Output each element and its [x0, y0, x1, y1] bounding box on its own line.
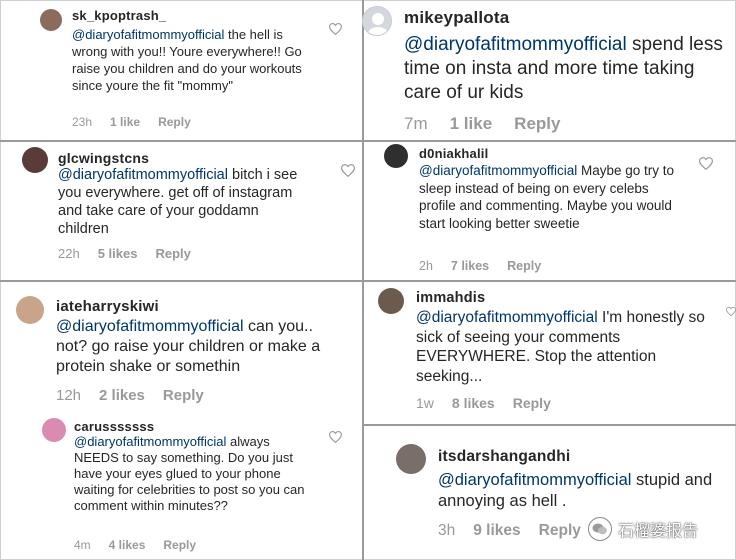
mention-link[interactable]: @diaryofafitmommyofficial: [419, 163, 577, 178]
likes-count[interactable]: 2 likes: [99, 387, 145, 404]
mention-link[interactable]: @diaryofafitmommyofficial: [72, 27, 224, 42]
reply-button[interactable]: Reply: [163, 538, 196, 552]
watermark: 石榴婆报告: [588, 516, 698, 542]
avatar[interactable]: [378, 288, 404, 314]
reply-button[interactable]: Reply: [513, 395, 551, 411]
comment-timestamp: 7m: [404, 114, 428, 133]
reply-button[interactable]: Reply: [158, 115, 191, 129]
mention-link[interactable]: @diaryofafitmommyofficial: [56, 318, 244, 335]
avatar[interactable]: [362, 6, 392, 36]
likes-count[interactable]: 1 like: [450, 114, 493, 134]
mention-link[interactable]: @diaryofafitmommyofficial: [404, 34, 627, 55]
comment-meta: 23h 1 like Reply: [72, 115, 209, 129]
comment-meta: 7m 1 like Reply: [404, 114, 578, 134]
comment-body: @diaryofafitmommyofficial Maybe go try t…: [419, 162, 681, 232]
heart-icon[interactable]: [329, 23, 342, 35]
comment-meta: 3h 9 likes Reply: [438, 522, 599, 540]
comment-body: @diaryofafitmommyofficial stupid and ann…: [438, 470, 730, 512]
panel-divider-left-2: [0, 280, 362, 282]
mention-link[interactable]: @diaryofafitmommyofficial: [74, 434, 226, 449]
comment-meta: 4m 4 likes Reply: [74, 538, 214, 552]
comment-timestamp: 3h: [438, 522, 456, 539]
likes-count[interactable]: 1 like: [110, 115, 140, 129]
reply-button[interactable]: Reply: [163, 387, 204, 404]
comment-timestamp: 4m: [74, 538, 91, 552]
comment-body: @diaryofafitmommyofficial spend less tim…: [404, 33, 730, 105]
comment-username[interactable]: mikeypallota: [404, 8, 509, 28]
comment-username[interactable]: immahdis: [416, 290, 485, 306]
comment-meta: 2h 7 likes Reply: [419, 259, 559, 273]
comment-meta: 12h 2 likes Reply: [56, 387, 222, 404]
comment-body: @diaryofafitmommyofficial can you.. not?…: [56, 317, 346, 377]
comment-username[interactable]: itsdarshangandhi: [438, 448, 570, 466]
comment-timestamp: 2h: [419, 259, 433, 273]
panel-divider-right-2: [364, 280, 736, 282]
comment-username[interactable]: d0niakhalil: [419, 146, 488, 161]
comment-meta: 1w 8 likes Reply: [416, 395, 569, 411]
mention-link[interactable]: @diaryofafitmommyofficial: [438, 471, 631, 489]
comment-body: @diaryofafitmommyofficial bitch i see yo…: [58, 166, 308, 238]
heart-icon[interactable]: [341, 164, 355, 177]
panel-divider-right-1: [364, 140, 736, 142]
comment-body: @diaryofafitmommyofficial the hell is wr…: [72, 26, 310, 94]
comment-username[interactable]: glcwingstcns: [58, 150, 149, 166]
reply-button[interactable]: Reply: [514, 114, 560, 134]
avatar[interactable]: [16, 296, 44, 324]
likes-count[interactable]: 7 likes: [451, 259, 489, 273]
avatar[interactable]: [22, 147, 48, 173]
heart-icon[interactable]: [726, 305, 736, 318]
comment-username[interactable]: sk_kpoptrash_: [72, 8, 166, 23]
heart-icon[interactable]: [329, 431, 342, 443]
avatar[interactable]: [42, 418, 66, 442]
likes-count[interactable]: 9 likes: [473, 522, 520, 540]
comment-timestamp: 22h: [58, 246, 80, 261]
avatar[interactable]: [396, 444, 426, 474]
likes-count[interactable]: 8 likes: [452, 395, 495, 411]
comment-username[interactable]: iateharryskiwi: [56, 298, 159, 315]
likes-count[interactable]: 5 likes: [98, 246, 138, 261]
comment-body: @diaryofafitmommyofficial always NEEDS t…: [74, 434, 310, 514]
likes-count[interactable]: 4 likes: [109, 538, 146, 552]
reply-button[interactable]: Reply: [155, 246, 190, 261]
avatar[interactable]: [384, 144, 408, 168]
mention-link[interactable]: @diaryofafitmommyofficial: [416, 309, 598, 326]
avatar[interactable]: [40, 9, 62, 31]
panel-divider-right-3: [364, 424, 736, 426]
wechat-logo-icon: [588, 517, 612, 541]
comment-meta: 22h 5 likes Reply: [58, 246, 209, 261]
comment-timestamp: 12h: [56, 387, 82, 404]
watermark-text: 石榴婆报告: [618, 523, 699, 540]
panel-divider-left-1: [0, 140, 362, 142]
reply-button[interactable]: Reply: [539, 522, 581, 540]
comment-timestamp: 23h: [72, 115, 93, 129]
heart-icon[interactable]: [699, 157, 713, 170]
reply-button[interactable]: Reply: [507, 259, 541, 273]
comment-username[interactable]: carusssssss: [74, 419, 154, 434]
comment-body: @diaryofafitmommyofficial I'm honestly s…: [416, 308, 712, 386]
mention-link[interactable]: @diaryofafitmommyofficial: [58, 167, 228, 183]
comment-timestamp: 1w: [416, 395, 434, 411]
